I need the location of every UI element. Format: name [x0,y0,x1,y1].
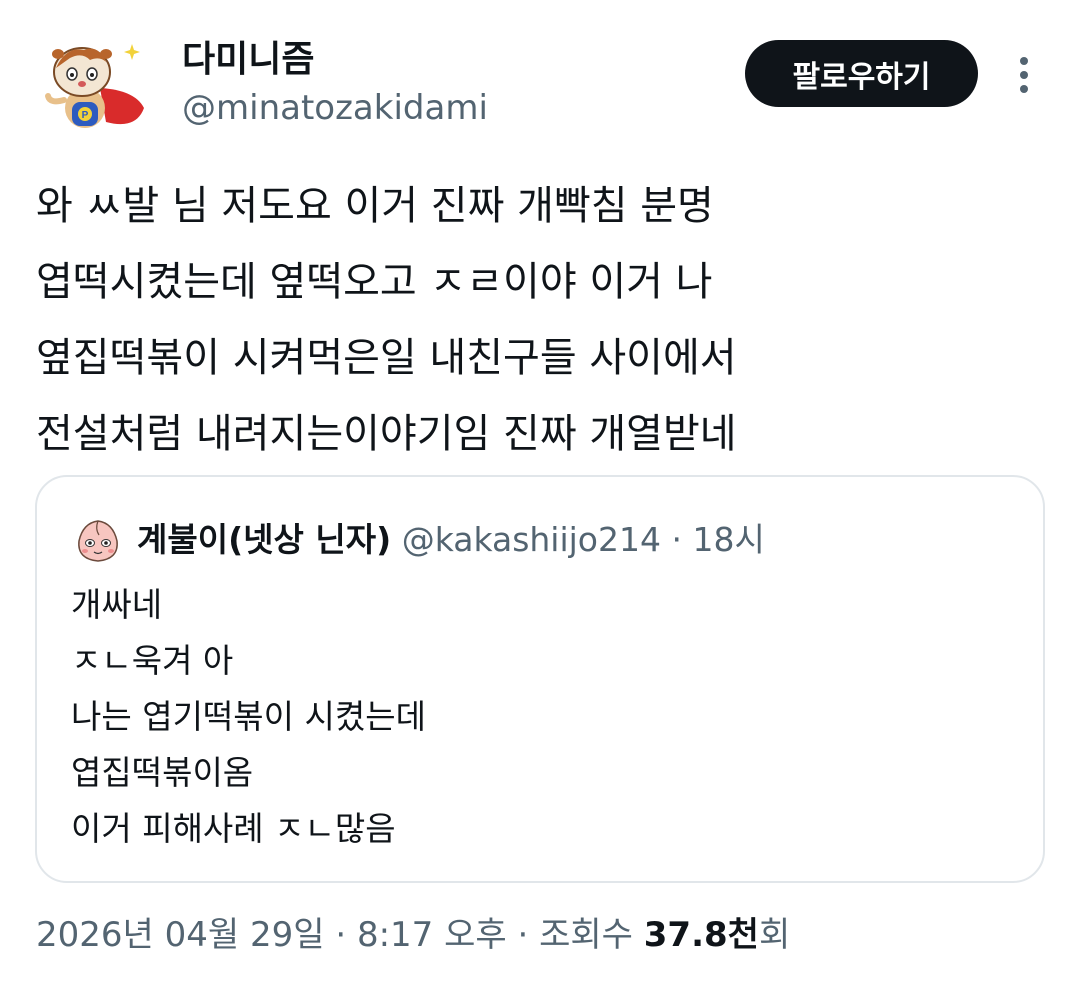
tweet-text-line: 와 ㅆ발 님 저도요 이거 진짜 개빡침 분명 [36,183,714,229]
views-label: 조회수 [539,915,644,955]
views-suffix: 회 [758,915,791,955]
quoted-text-line: 개싸네 [71,585,163,624]
follow-button[interactable]: 팔로우하기 [745,40,978,107]
quoted-author-avatar[interactable] [73,515,123,565]
hamster-avatar-icon: P [45,44,144,128]
quoted-text-line: 나는 엽기떡볶이 시켰는데 [71,697,426,736]
meta-separator: · [660,520,693,559]
tweet-text-line: 엽떡시켰는데 옆떡오고 ㅈㄹ이야 이거 나 [36,259,713,305]
quoted-text-line: 엽집떡볶이옴 [71,753,254,792]
peach-face-avatar-icon [78,520,118,562]
quoted-author-handle[interactable]: @kakashiijo214 [402,520,661,559]
views-count[interactable]: 37.8천 [644,915,759,955]
more-vertical-icon[interactable] [1010,52,1038,102]
quoted-tweet-card[interactable]: 계불이(넷상 닌자) @kakashiijo214 · 18시 개싸네 ㅈㄴ욱겨… [35,475,1045,883]
quoted-text-line: 이거 피해사례 ㅈㄴ많음 [71,809,396,848]
quoted-tweet-text: 개싸네 ㅈㄴ욱겨 아 나는 엽기떡볶이 시켰는데 엽집떡볶이옴 이거 피해사례 … [71,577,426,857]
tweet-text-line: 전설처럼 내려지는이야기임 진짜 개열받네 [36,411,737,457]
tweet-time[interactable]: 8:17 오후 [357,915,507,955]
meta-separator: · [506,915,540,955]
author-avatar[interactable]: P [40,38,150,138]
meta-separator: · [324,915,357,955]
quoted-tweet-time[interactable]: 18시 [692,520,764,559]
tweet: P 다미니즘 @minatozakidami 팔로우하기 와 ㅆ발 님 저도요 … [0,0,1080,983]
author-handle[interactable]: @minatozakidami [182,86,488,130]
tweet-footer: 2026년 04월 29일 · 8:17 오후 · 조회수 37.8천회 [36,910,790,960]
tweet-text-line: 옆집떡볶이 시켜먹은일 내친구들 사이에서 [36,335,737,381]
tweet-date[interactable]: 2026년 04월 29일 [36,915,325,955]
quoted-author-display-name[interactable]: 계불이(넷상 닌자) [137,520,391,559]
quoted-text-line: ㅈㄴ욱겨 아 [71,641,234,680]
quoted-tweet-header: 계불이(넷상 닌자) @kakashiijo214 · 18시 [137,515,765,565]
svg-text:P: P [82,110,89,121]
author-display-name[interactable]: 다미니즘 [182,38,314,82]
tweet-text: 와 ㅆ발 님 저도요 이거 진짜 개빡침 분명 엽떡시켰는데 옆떡오고 ㅈㄹ이야… [36,168,1046,472]
